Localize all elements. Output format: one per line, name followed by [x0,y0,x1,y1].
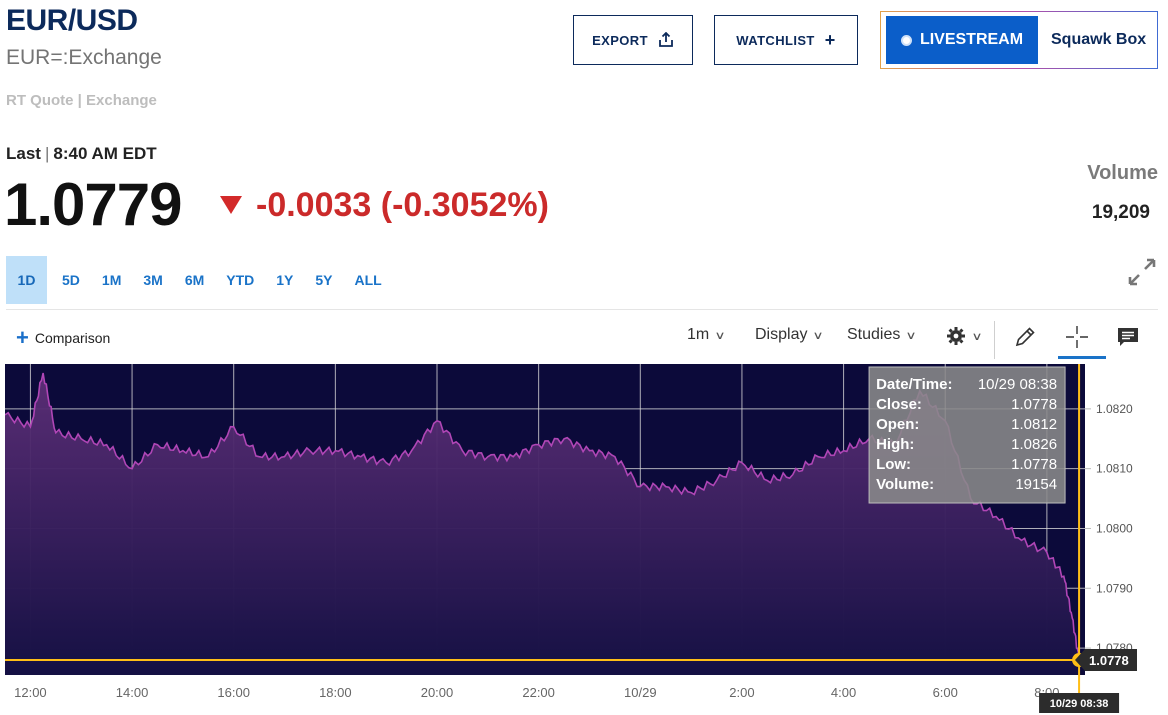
tooltip-label: Low: [876,456,911,473]
x-tick-label: 6:00 [933,685,958,700]
studies-label: Studies [847,326,901,343]
price-change: -0.0033 (-0.3052%) [256,186,549,224]
down-arrow-icon [220,196,242,214]
crosshair-icon[interactable] [1064,324,1090,350]
x-tick-label: 16:00 [217,685,250,700]
last-time: 8:40 AM EDT [53,144,157,163]
toolbar-divider [6,309,1158,310]
share-icon [659,32,673,47]
range-tab-5y[interactable]: 5Y [306,256,341,304]
comment-icon[interactable] [1115,324,1141,350]
x-tick-label: 2:00 [729,685,754,700]
x-tick-label: 10/29 [624,685,657,700]
studies-dropdown[interactable]: Studies ∨ [847,326,918,344]
crosshair-active-indicator [1058,356,1106,359]
range-tab-5d[interactable]: 5D [53,256,89,304]
chevron-down-icon: ∨ [714,329,726,342]
rt-quote-label: RT Quote | Exchange [6,92,157,109]
tooltip-value: 1.0812 [1011,416,1057,433]
expand-icon[interactable] [1126,256,1158,288]
watchlist-button[interactable]: WATCHLIST + [714,15,858,65]
tooltip-label: High: [876,436,914,453]
tooltip-value: 10/29 08:38 [978,376,1057,393]
range-tab-1d[interactable]: 1D [6,256,47,304]
watchlist-label: WATCHLIST [736,32,815,48]
settings-icon [947,327,965,345]
x-tick-label: 18:00 [319,685,352,700]
pencil-icon[interactable] [1012,324,1038,350]
range-tab-3m[interactable]: 3M [134,256,171,304]
volume-value: 19,209 [1091,202,1150,223]
price-chart[interactable]: 1.0780 1.0790 1.0800 1.0810 1.0820 12:00 14:00… [4,364,1164,715]
plus-icon: + [824,29,836,50]
tooltip-label: Open: [876,416,919,433]
y-tick-label: 1.0790 [1096,581,1133,595]
plus-icon: + [16,325,29,350]
chevron-down-icon: ∨ [812,329,825,342]
export-label: EXPORT [592,32,648,48]
x-tick-label: 14:00 [116,685,149,700]
x-tick-label: 22:00 [522,685,555,700]
range-tab-1y[interactable]: 1Y [267,256,302,304]
tooltip-value: 1.0778 [1011,396,1057,413]
last-time-line: Last | 8:40 AM EDT [6,144,157,163]
livestream-label: LIVESTREAM [919,31,1024,48]
tooltip-label: Close: [876,396,922,413]
x-tick-label: 4:00 [831,685,856,700]
x-axis-panel [5,675,1164,715]
crosshair-y-label: 1.0778 [1089,653,1129,668]
range-tab-1m[interactable]: 1M [93,256,130,304]
volume-label: Volume [1087,162,1158,184]
livestream-button[interactable]: LIVESTREAM [886,16,1038,64]
chevron-down-icon: ∨ [971,330,983,343]
settings-dropdown[interactable]: ∨ [946,326,983,346]
display-label: Display [755,326,808,343]
toolbar-separator [994,321,995,359]
tooltip-value: 19154 [1015,476,1057,493]
last-label: Last [6,144,41,163]
display-dropdown[interactable]: Display ∨ [755,326,825,344]
last-price: 1.0779 [4,171,183,238]
y-tick-label: 1.0820 [1096,402,1133,416]
exchange-line: EUR=:Exchange [6,46,162,69]
range-tab-all[interactable]: ALL [346,256,391,304]
tooltip-label: Date/Time: [876,376,952,393]
tooltip-value: 1.0778 [1011,456,1057,473]
interval-dropdown[interactable]: 1m ∨ [687,326,726,344]
comparison-button[interactable]: + Comparison [16,325,111,350]
crosshair-x-label: 10/29 08:38 [1050,698,1109,710]
tooltip-value: 1.0826 [1011,436,1057,453]
range-tab-ytd[interactable]: YTD [217,256,263,304]
x-tick-label: 20:00 [421,685,454,700]
tooltip-label: Volume: [876,476,934,493]
livestream-box: LIVESTREAM Squawk Box [880,11,1158,69]
live-dot-icon [900,34,912,46]
interval-label: 1m [687,326,710,343]
comparison-label: Comparison [34,330,111,346]
export-button[interactable]: EXPORT [573,15,693,65]
squawk-box-link[interactable]: Squawk Box [1051,31,1146,49]
range-tab-6m[interactable]: 6M [176,256,213,304]
x-tick-label: 12:00 [14,685,47,700]
y-tick-label: 1.0810 [1096,462,1133,476]
range-tabs: 1D 5D 1M 3M 6M YTD 1Y 5Y ALL [6,256,395,304]
chart-svg[interactable]: 1.07801.07901.08001.08101.082012:00 14:00… [4,364,1164,715]
y-tick-label: 1.0800 [1096,521,1133,535]
symbol-title: EUR/USD [6,4,138,37]
chevron-down-icon: ∨ [905,329,918,342]
